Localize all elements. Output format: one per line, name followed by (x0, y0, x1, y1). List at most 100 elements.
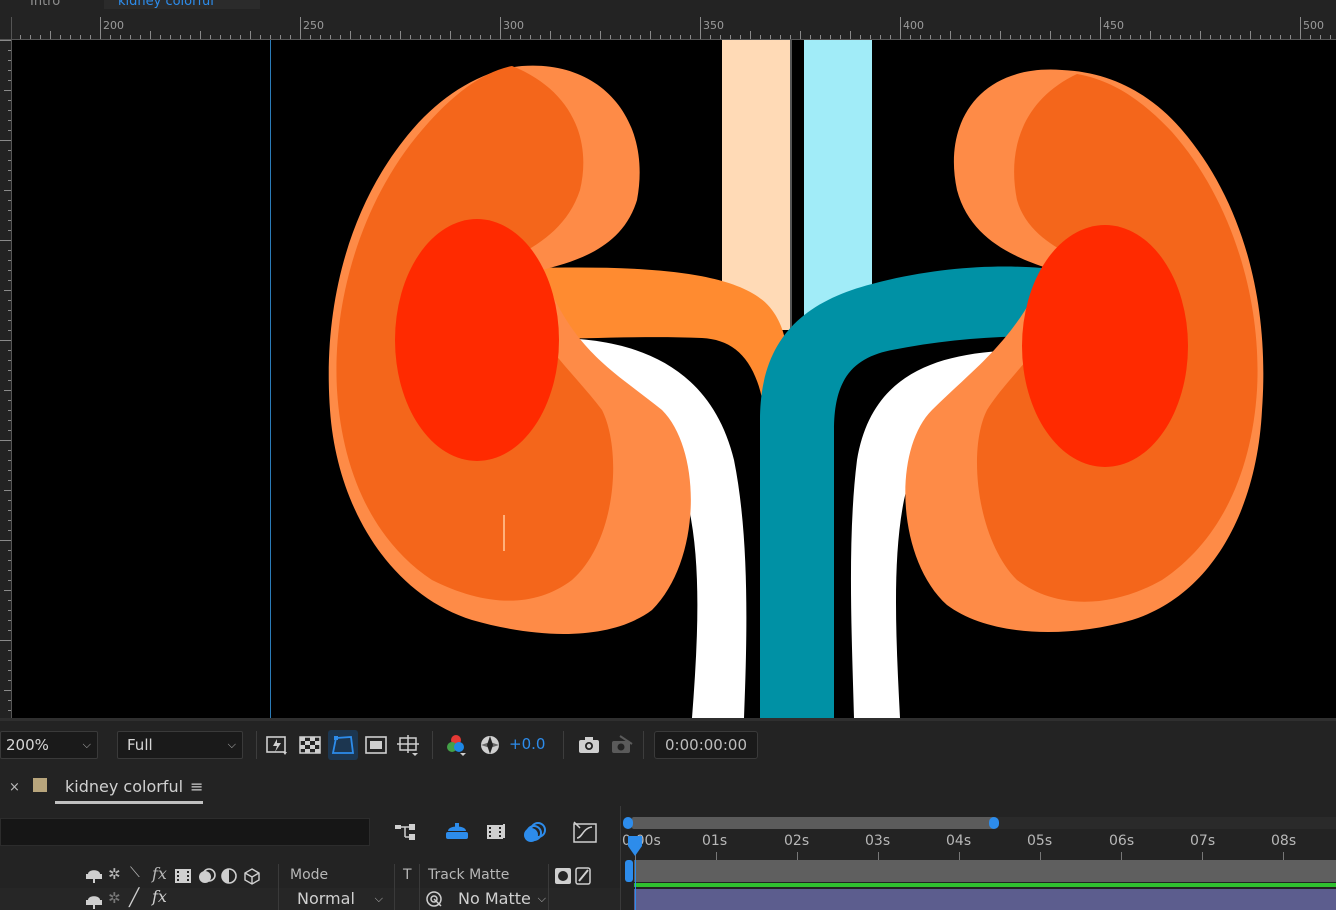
fast-previews-icon[interactable] (265, 734, 289, 756)
layer-column-headers: ✲ ⟍ fx Mode T Track Matte (0, 864, 620, 888)
tab-intro[interactable]: Intro (30, 0, 60, 8)
timeline-panel: × kidney colorful ≡ 01s 02s 03s 04s 05s … (0, 768, 1336, 910)
time-tick (716, 852, 717, 860)
viewer-toolbar: 200% ⌵ Full ⌵ +0.0 0:00:00:00 (0, 718, 1336, 768)
collapse-transformation-icon[interactable]: ✲ (108, 889, 121, 907)
shy-switch-icon[interactable] (85, 892, 103, 910)
layer-search-input[interactable] (0, 818, 370, 846)
timeline-track-area[interactable] (634, 860, 1336, 910)
time-label: 05s (1027, 833, 1053, 849)
navigator-start-handle[interactable] (623, 817, 633, 829)
track-matte-column-header[interactable]: Track Matte (428, 867, 509, 883)
timeline-panel-header: × kidney colorful ≡ (0, 768, 1336, 806)
snapshot-icon[interactable] (577, 734, 601, 756)
pick-whip-icon[interactable] (425, 890, 443, 908)
column-separator (394, 864, 395, 910)
after-effects-window: Intro kidney colorful 200 250 300 350 400 450… (0, 0, 1336, 910)
zoom-value: 200% (6, 736, 49, 754)
motion-blur-icon[interactable] (522, 820, 548, 844)
track-matte-value: No Matte (458, 889, 531, 908)
time-tick (1040, 852, 1041, 860)
tab-kidney-colorful-label: kidney colorful (118, 0, 214, 9)
exposure-value[interactable]: +0.0 (509, 735, 545, 753)
close-icon[interactable]: × (9, 780, 20, 795)
kidney-right-pelvis (1022, 225, 1188, 467)
effects-switch-icon[interactable]: fx (152, 887, 167, 906)
shy-layers-icon[interactable] (444, 820, 470, 844)
current-time-display[interactable]: 0:00:00:00 (654, 731, 758, 759)
transparency-grid-icon[interactable] (298, 734, 322, 756)
blend-mode-dropdown[interactable]: Normal ⌵ (297, 888, 389, 910)
region-of-interest-icon[interactable] (364, 734, 388, 756)
zoom-dropdown[interactable]: 200% ⌵ (0, 731, 98, 759)
time-label: 02s (784, 833, 810, 849)
chevron-down-icon: ⌵ (227, 738, 236, 751)
t-column-header[interactable]: T (403, 867, 412, 883)
resolution-value: Full (127, 736, 153, 754)
composition-viewer[interactable] (12, 40, 1336, 718)
horizontal-ruler[interactable]: 200250300350400450500550600650700750800 (12, 17, 1336, 40)
shy-switch-icon[interactable] (85, 866, 103, 884)
work-area-bar[interactable] (634, 860, 1336, 882)
time-label: 01s (702, 833, 728, 849)
time-tick (959, 852, 960, 860)
vertical-ruler-ticks (0, 40, 11, 711)
toolbar-separator (563, 731, 564, 759)
matte-type-icons[interactable] (554, 867, 592, 885)
vertical-ruler[interactable] (0, 40, 12, 718)
time-ruler[interactable]: 0:00s 01s 02s 03s 04s 05s 06s 07s 08s (622, 830, 1336, 860)
time-tick (878, 852, 879, 860)
time-tick (1202, 852, 1203, 860)
ruler-label: 500 (1303, 19, 1324, 32)
current-time-indicator[interactable] (635, 860, 636, 910)
time-tick (797, 852, 798, 860)
channel-icon[interactable] (444, 734, 468, 756)
mode-column-header[interactable]: Mode (290, 867, 328, 883)
collapse-transformation-icon[interactable]: ✲ (108, 865, 121, 883)
time-label: 03s (865, 833, 891, 849)
effects-switch-icon[interactable]: fx (152, 864, 167, 883)
layer-duration-bar[interactable] (634, 889, 1336, 910)
time-label: 07s (1190, 833, 1216, 849)
frame-blending-icon[interactable] (483, 820, 509, 844)
ruler-label: 300 (503, 19, 524, 32)
timeline-tab-title[interactable]: kidney colorful (65, 777, 183, 796)
vessel-divider (790, 40, 792, 330)
chevron-down-icon: ⌵ (537, 892, 546, 905)
blend-mode-value: Normal (297, 889, 355, 908)
time-tick (1283, 852, 1284, 860)
toolbar-separator (432, 731, 433, 759)
panel-separator (620, 806, 621, 910)
work-area-start-handle[interactable] (625, 860, 633, 882)
layer-row[interactable]: ✲ ╱ fx Normal ⌵ No Matte ⌵ (0, 887, 620, 910)
frame-blending-switch-icon[interactable] (174, 867, 192, 885)
quality-icon[interactable]: ⟍ (130, 865, 140, 881)
kidney-illustration (328, 40, 1264, 718)
horizontal-ruler-ticks: 200250300350400450500550600650700750800 (20, 17, 1331, 39)
resolution-dropdown[interactable]: Full ⌵ (117, 731, 243, 759)
show-snapshot-icon[interactable] (610, 734, 634, 756)
track-matte-dropdown[interactable]: No Matte ⌵ (458, 888, 550, 910)
column-separator (278, 864, 279, 910)
composition-label-swatch (33, 778, 47, 792)
adjustment-layer-icon[interactable] (220, 867, 238, 885)
time-label: 06s (1109, 833, 1135, 849)
render-cache-indicator (634, 883, 1336, 887)
graph-editor-icon[interactable] (572, 820, 598, 844)
chevron-down-icon: ⌵ (82, 738, 91, 751)
time-navigator-range[interactable] (632, 817, 995, 829)
ruler-corner (0, 17, 12, 40)
tab-kidney-colorful[interactable]: kidney colorful (104, 0, 260, 9)
panel-menu-icon[interactable]: ≡ (190, 777, 203, 796)
composition-flowchart-icon[interactable] (393, 820, 419, 844)
3d-layer-icon[interactable] (243, 867, 261, 885)
quality-icon[interactable]: ╱ (129, 888, 139, 908)
guides-icon[interactable] (396, 734, 422, 756)
composition-tab-strip: Intro kidney colorful (0, 0, 1336, 17)
navigator-end-handle[interactable] (989, 817, 999, 829)
playhead-marker[interactable] (625, 836, 645, 858)
reset-exposure-icon[interactable] (479, 734, 503, 756)
kidney-left-pelvis (395, 219, 559, 461)
mask-path-visibility-icon[interactable] (331, 734, 355, 756)
motion-blur-switch-icon[interactable] (197, 867, 217, 885)
